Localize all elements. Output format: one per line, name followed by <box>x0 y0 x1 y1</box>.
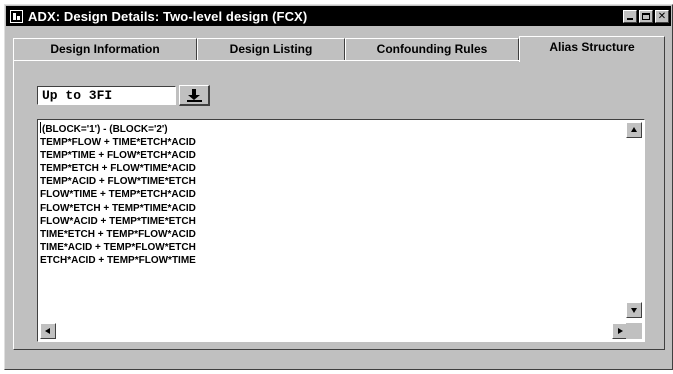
alias-line-text: TEMP*TIME + FLOW*ETCH*ACID <box>40 150 196 162</box>
alias-structure-text[interactable]: (BLOCK='1') - (BLOCK='2') TEMP*FLOW + TIM… <box>37 119 645 342</box>
dropdown-button[interactable] <box>179 85 210 106</box>
alias-line-text: TEMP*ACID + FLOW*TIME*ETCH <box>40 176 196 188</box>
scroll-left-button[interactable] <box>40 323 56 339</box>
title-bar[interactable]: ADX: Design Details: Two-level design (F… <box>6 6 671 26</box>
vertical-scrollbar[interactable] <box>626 122 642 318</box>
arrow-right-icon <box>618 328 623 334</box>
design-details-window: ADX: Design Details: Two-level design (F… <box>4 4 673 370</box>
text-cursor <box>40 122 41 133</box>
effect-order-dropdown[interactable]: Up to 3FI <box>37 86 176 105</box>
alias-line: TEMP*ACID + FLOW*TIME*ETCH <box>40 175 196 188</box>
horizontal-scrollbar[interactable] <box>40 323 628 339</box>
window-controls: ✕ <box>623 9 669 23</box>
alias-line-text: (BLOCK='1') - (BLOCK='2') <box>42 124 168 135</box>
alias-line: ETCH*ACID + TEMP*FLOW*TIME <box>40 254 196 267</box>
alias-line: TEMP*FLOW + TIME*ETCH*ACID <box>40 136 196 149</box>
scroll-up-button[interactable] <box>626 122 642 138</box>
alias-line: TEMP*ETCH + FLOW*TIME*ACID <box>40 162 196 175</box>
tab-design-listing[interactable]: Design Listing <box>197 38 345 60</box>
alias-line-text: ETCH*ACID + TEMP*FLOW*TIME <box>40 254 196 266</box>
scrollbar-corner <box>626 323 642 339</box>
minimize-icon[interactable] <box>623 9 637 23</box>
alias-line-text: FLOW*ETCH + TEMP*TIME*ACID <box>40 202 196 214</box>
alias-line: FLOW*TIME + TEMP*ETCH*ACID <box>40 188 196 201</box>
alias-line-text: FLOW*ACID + TEMP*TIME*ETCH <box>40 215 196 227</box>
tab-alias-structure[interactable]: Alias Structure <box>519 36 665 62</box>
alias-line: FLOW*ETCH + TEMP*TIME*ACID <box>40 202 196 215</box>
alias-line-text: TIME*ACID + TEMP*FLOW*ETCH <box>40 241 196 253</box>
alias-line: TIME*ETCH + TEMP*FLOW*ACID <box>40 228 196 241</box>
arrow-left-icon <box>45 328 50 334</box>
alias-lines: (BLOCK='1') - (BLOCK='2') TEMP*FLOW + TIM… <box>40 122 196 267</box>
scroll-down-button[interactable] <box>626 302 642 318</box>
alias-line-text: TIME*ETCH + TEMP*FLOW*ACID <box>40 228 196 240</box>
close-icon[interactable]: ✕ <box>655 9 669 23</box>
arrow-up-icon <box>631 127 637 132</box>
alias-line-text: FLOW*TIME + TEMP*ETCH*ACID <box>40 189 196 201</box>
app-icon[interactable] <box>10 9 23 23</box>
tab-design-information[interactable]: Design Information <box>13 38 197 60</box>
alias-line: (BLOCK='1') - (BLOCK='2') <box>40 122 196 136</box>
window-title: ADX: Design Details: Two-level design (F… <box>28 8 308 24</box>
drop-down-arrow-icon <box>187 89 202 102</box>
alias-line: FLOW*ACID + TEMP*TIME*ETCH <box>40 215 196 228</box>
alias-line: TIME*ACID + TEMP*FLOW*ETCH <box>40 241 196 254</box>
tab-confounding-rules[interactable]: Confounding Rules <box>345 38 519 60</box>
alias-structure-panel: Up to 3FI (BLOCK='1') - (BLOCK='2') TEMP*… <box>13 60 665 350</box>
arrow-down-icon <box>631 308 637 313</box>
alias-line: TEMP*TIME + FLOW*ETCH*ACID <box>40 149 196 162</box>
alias-line-text: TEMP*FLOW + TIME*ETCH*ACID <box>40 137 196 149</box>
maximize-icon[interactable] <box>639 9 653 23</box>
alias-line-text: TEMP*ETCH + FLOW*TIME*ACID <box>40 163 196 175</box>
tab-strip: Design Information Design Listing Confou… <box>13 36 665 62</box>
